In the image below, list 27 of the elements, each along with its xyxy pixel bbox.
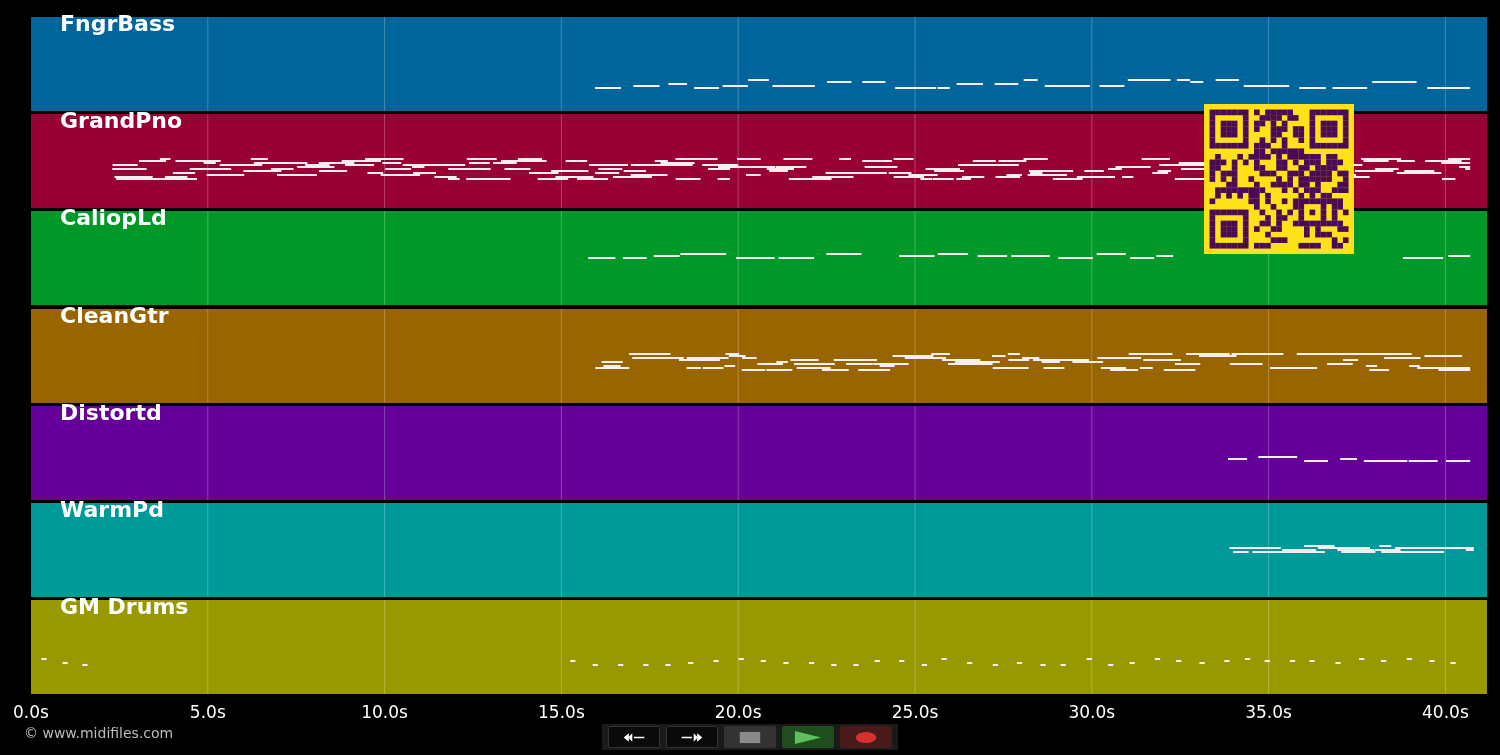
track-name: Distortd bbox=[60, 399, 162, 426]
time-tick-label: 0.0s bbox=[13, 702, 49, 723]
play-icon bbox=[794, 729, 822, 745]
track-name: GrandPno bbox=[60, 108, 183, 135]
copyright-text: © www.midifiles.com bbox=[24, 724, 174, 743]
time-tick-label: 20.0s bbox=[714, 702, 762, 723]
track-name: FngrBass bbox=[60, 11, 176, 37]
stop-button[interactable] bbox=[724, 726, 776, 749]
play-button[interactable] bbox=[782, 726, 834, 749]
track-name: WarmPd bbox=[60, 496, 164, 523]
track-name: CaliopLd bbox=[60, 205, 167, 232]
time-tick-label: 30.0s bbox=[1068, 702, 1116, 723]
rewind-button[interactable] bbox=[608, 726, 660, 749]
time-tick-label: 15.0s bbox=[538, 702, 585, 723]
time-tick-label: 25.0s bbox=[891, 702, 939, 723]
time-tick-label: 10.0s bbox=[361, 702, 408, 723]
stop-icon bbox=[738, 730, 762, 744]
record-button[interactable] bbox=[840, 726, 892, 749]
record-icon bbox=[854, 730, 878, 744]
time-tick-label: 40.0s bbox=[1422, 702, 1469, 723]
time-tick-label: 35.0s bbox=[1245, 702, 1292, 723]
time-tick-label: 5.0s bbox=[189, 702, 226, 723]
track-name: GM Drums bbox=[60, 594, 189, 621]
forward-button[interactable] bbox=[666, 726, 718, 749]
qr-code-icon bbox=[1204, 104, 1354, 254]
rewind-icon bbox=[622, 730, 646, 744]
track-name: CleanGtr bbox=[60, 302, 169, 329]
